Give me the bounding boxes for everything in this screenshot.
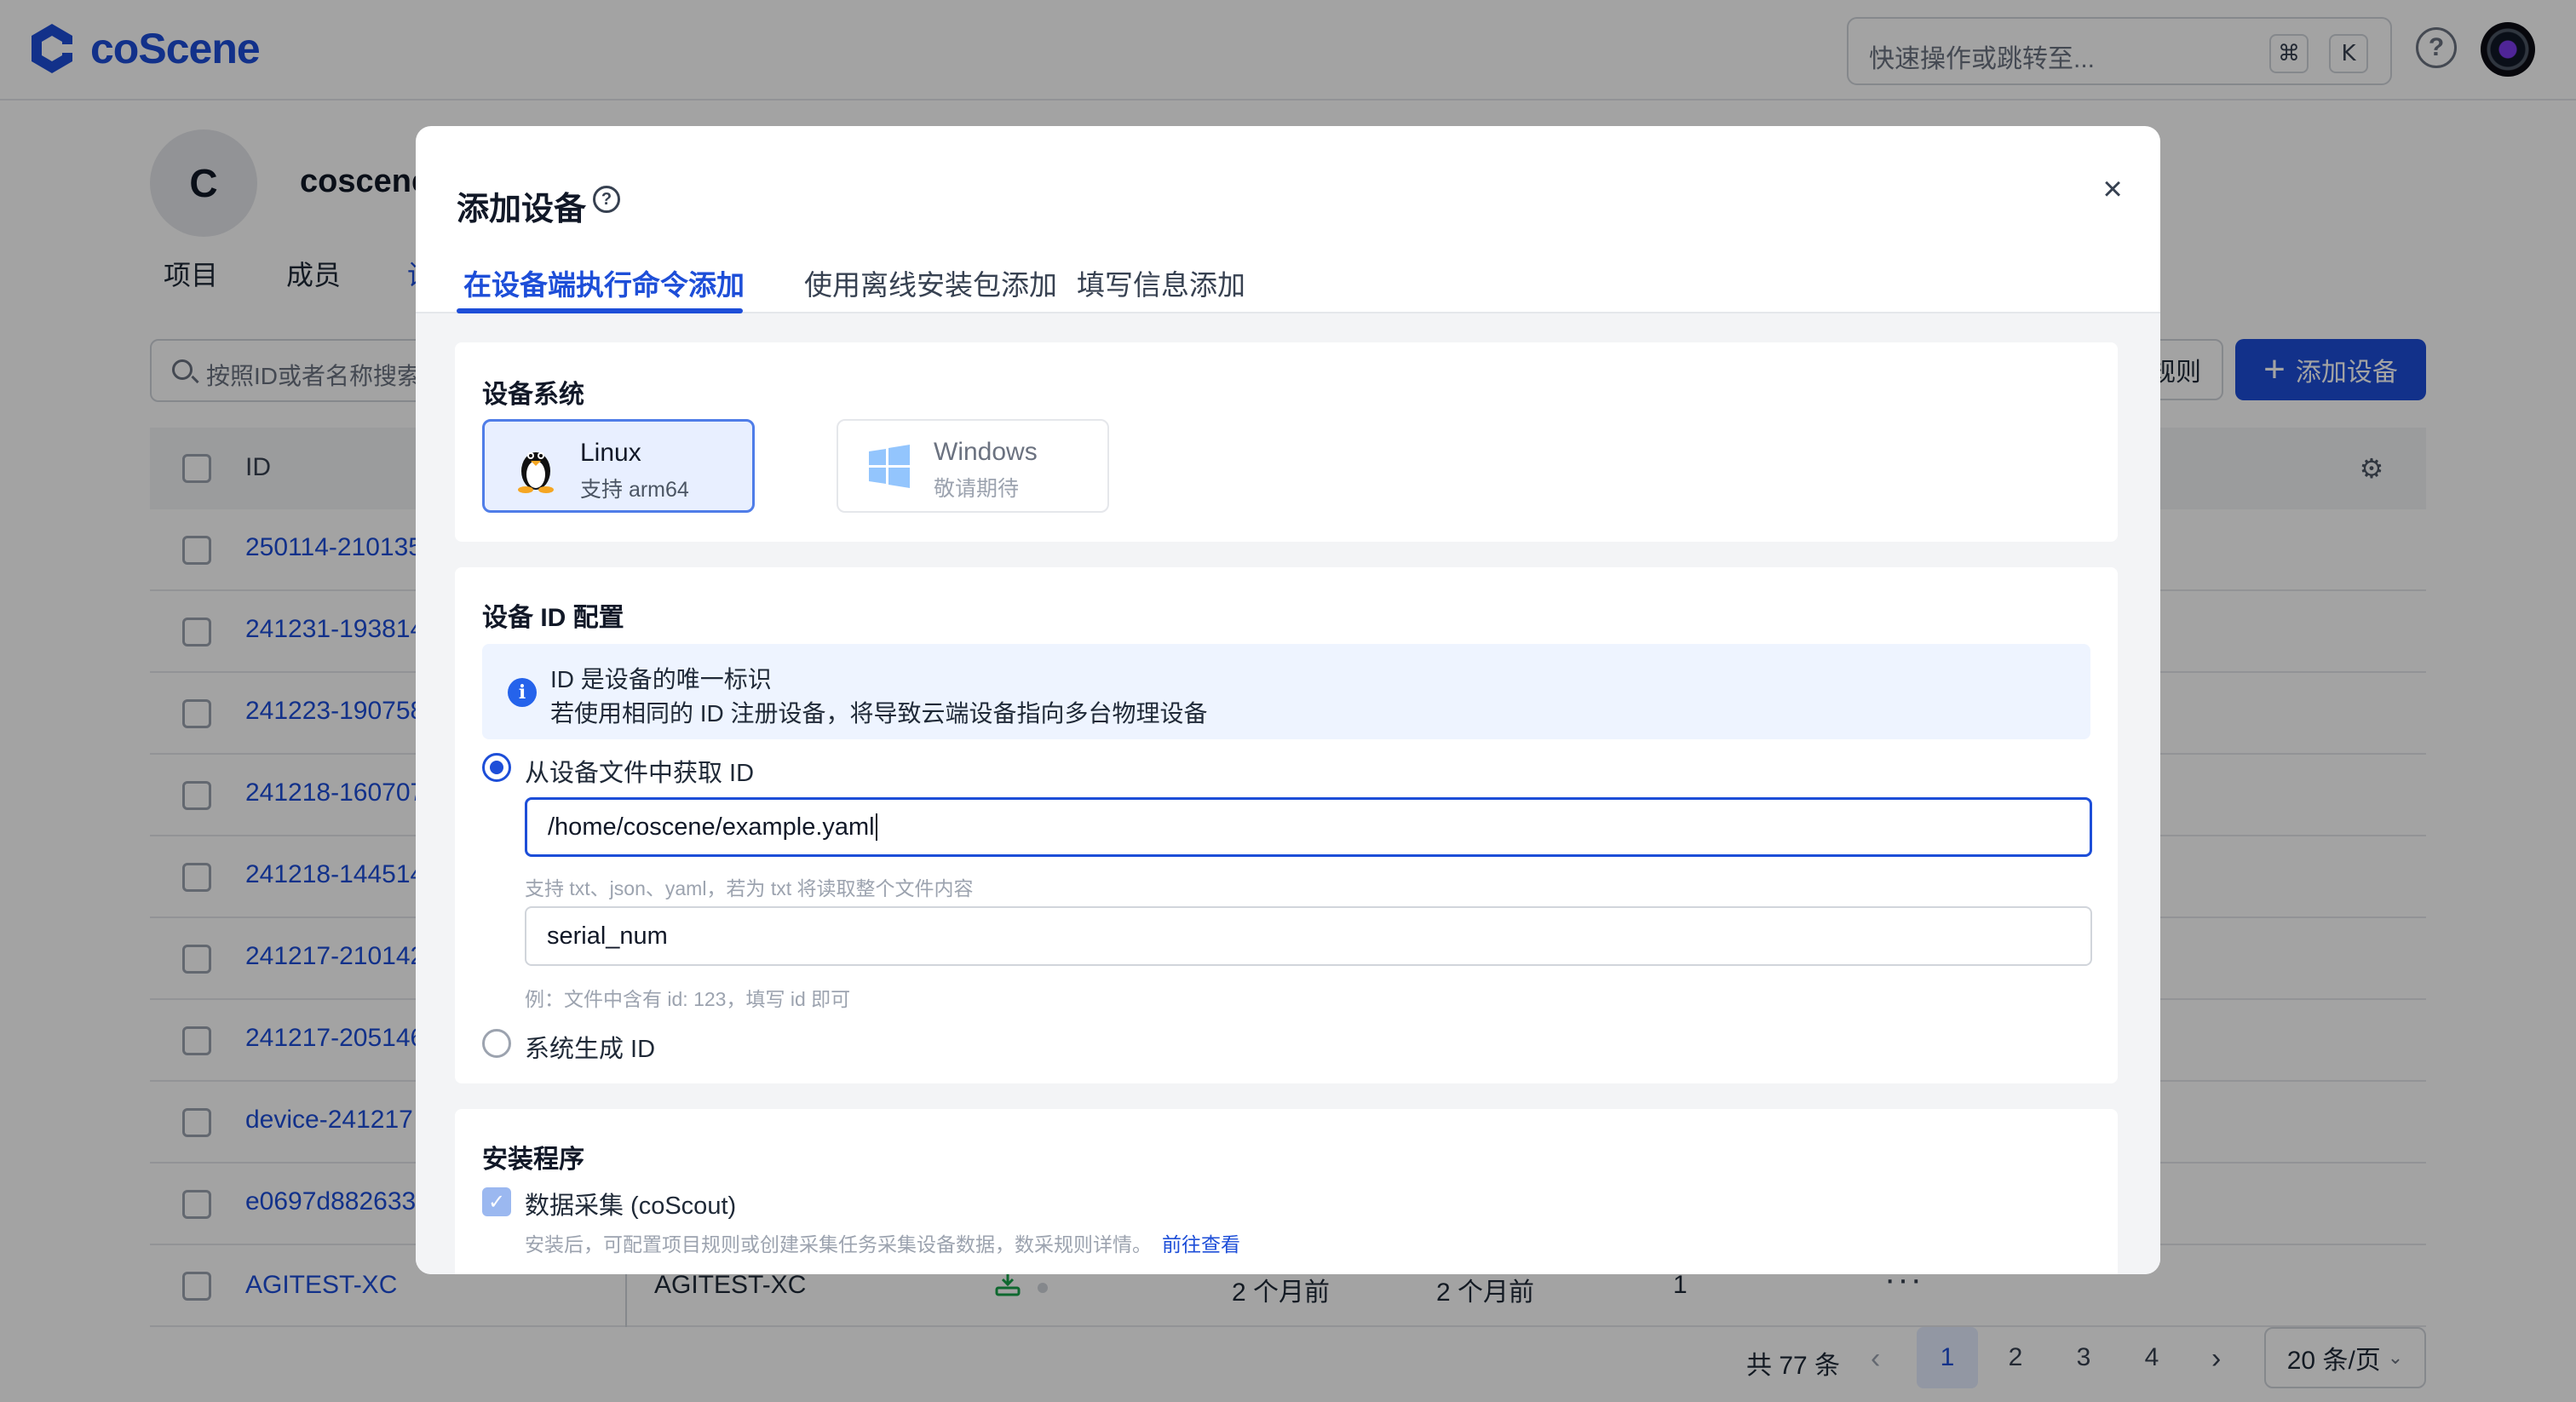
radio-system-generated-id-label[interactable]: 系统生成 ID xyxy=(525,1029,655,1065)
file-path-input[interactable]: /home/coscene/example.yaml xyxy=(525,797,2092,857)
collector-checkbox[interactable]: ✓ xyxy=(482,1187,511,1216)
radio-system-generated-id[interactable] xyxy=(482,1029,511,1058)
info-line-1: ID 是设备的唯一标识 xyxy=(550,666,772,692)
os-option-linux[interactable]: Linux 支持 arm64 xyxy=(482,419,755,513)
file-path-hint: 支持 txt、json、yaml，若为 txt 将读取整个文件内容 xyxy=(525,877,974,899)
modal-tabs: 在设备端执行命令添加 使用离线安装包添加 填写信息添加 xyxy=(416,245,2160,313)
info-icon: i xyxy=(508,678,537,707)
collector-label: 数据采集 (coScout) xyxy=(525,1192,737,1220)
os-section-title: 设备系统 xyxy=(482,381,584,409)
id-key-input[interactable]: serial_num xyxy=(525,906,2092,966)
install-section-title: 安装程序 xyxy=(482,1146,584,1174)
linux-penguin-icon xyxy=(518,452,554,493)
close-icon[interactable]: × xyxy=(2092,169,2133,210)
id-section-title: 设备 ID 配置 xyxy=(482,604,624,632)
question-icon[interactable]: ? xyxy=(593,186,620,213)
id-info-alert: i ID 是设备的唯一标识 若使用相同的 ID 注册设备，将导致云端设备指向多台… xyxy=(482,644,2090,739)
tab-manual-info[interactable]: 填写信息添加 xyxy=(1077,262,1245,303)
add-device-modal: 添加设备 ? × 在设备端执行命令添加 使用离线安装包添加 填写信息添加 设备系… xyxy=(416,126,2160,1274)
os-card: 设备系统 Linux 支持 arm64 Windows 敬请期待 xyxy=(455,342,2118,542)
radio-id-from-file[interactable] xyxy=(482,753,511,782)
file-path-value: /home/coscene/example.yaml xyxy=(548,813,875,841)
tab-command-install[interactable]: 在设备端执行命令添加 xyxy=(463,262,745,303)
modal-title: 添加设备 xyxy=(457,192,587,227)
install-card: 安装程序 ✓ 数据采集 (coScout) 安装后，可配置项目规则或创建采集任务… xyxy=(455,1109,2118,1274)
info-line-2: 若使用相同的 ID 注册设备，将导致云端设备指向多台物理设备 xyxy=(550,700,1208,727)
text-caret xyxy=(875,813,877,841)
windows-label: Windows xyxy=(934,438,1038,466)
id-key-value: serial_num xyxy=(547,922,668,950)
tab-offline-package[interactable]: 使用离线安装包添加 xyxy=(804,262,1057,303)
id-key-hint: 例：文件中含有 id: 123，填写 id 即可 xyxy=(525,988,851,1010)
linux-label: Linux xyxy=(580,439,641,467)
view-rules-link[interactable]: 前往查看 xyxy=(1162,1233,1240,1255)
collector-hint-text: 安装后，可配置项目规则或创建采集任务采集设备数据，数采规则详情。 xyxy=(525,1233,1152,1255)
linux-sub-label: 支持 arm64 xyxy=(580,478,689,502)
collector-hint: 安装后，可配置项目规则或创建采集任务采集设备数据，数采规则详情。 前往查看 xyxy=(525,1228,1240,1257)
modal-body: 设备系统 Linux 支持 arm64 Windows 敬请期待 设备 ID 配… xyxy=(416,313,2160,1274)
device-id-card: 设备 ID 配置 i ID 是设备的唯一标识 若使用相同的 ID 注册设备，将导… xyxy=(455,567,2118,1083)
radio-id-from-file-label[interactable]: 从设备文件中获取 ID xyxy=(525,753,754,789)
windows-sub-label: 敬请期待 xyxy=(934,477,1020,501)
os-option-windows: Windows 敬请期待 xyxy=(837,419,1109,513)
windows-logo-icon xyxy=(869,445,910,488)
